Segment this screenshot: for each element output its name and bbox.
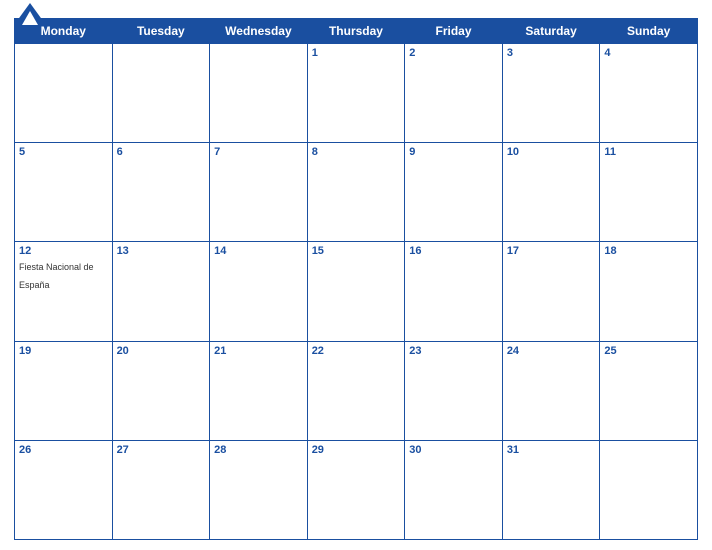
weekday-header-friday: Friday	[405, 19, 503, 44]
calendar-cell: 7	[210, 143, 308, 242]
calendar-week-row: 19 20 21 22 23 24 25	[15, 341, 698, 440]
day-number: 24	[507, 345, 596, 357]
day-number: 29	[312, 444, 401, 456]
calendar-cell: 28	[210, 440, 308, 539]
calendar-cell: 15	[307, 242, 405, 341]
calendar-cell: 2	[405, 44, 503, 143]
calendar-cell: 17	[502, 242, 600, 341]
day-number: 4	[604, 47, 693, 59]
calendar-cell: 31	[502, 440, 600, 539]
weekday-header-wednesday: Wednesday	[210, 19, 308, 44]
calendar-week-row: 56789 10 11	[15, 143, 698, 242]
day-number: 26	[19, 444, 108, 456]
calendar-cell	[600, 440, 698, 539]
day-number: 23	[409, 345, 498, 357]
day-number: 11	[604, 146, 693, 158]
calendar-cell	[210, 44, 308, 143]
day-number: 22	[312, 345, 401, 357]
day-number: 28	[214, 444, 303, 456]
day-number: 13	[117, 245, 206, 257]
calendar-cell: 1	[307, 44, 405, 143]
calendar-cell: 24	[502, 341, 600, 440]
calendar-cell: 21	[210, 341, 308, 440]
day-number: 20	[117, 345, 206, 357]
calendar-cell: 9	[405, 143, 503, 242]
day-number: 5	[19, 146, 108, 158]
day-number: 31	[507, 444, 596, 456]
day-number: 12	[19, 245, 108, 257]
weekday-header-sunday: Sunday	[600, 19, 698, 44]
calendar-cell: 23	[405, 341, 503, 440]
day-number: 14	[214, 245, 303, 257]
calendar-cell: 25	[600, 341, 698, 440]
day-number: 7	[214, 146, 303, 158]
day-number: 16	[409, 245, 498, 257]
calendar-week-row: 26 27 28 29 30 31	[15, 440, 698, 539]
calendar-cell: 4	[600, 44, 698, 143]
calendar-cell: 29	[307, 440, 405, 539]
calendar-cell: 13	[112, 242, 210, 341]
calendar-cell: 14	[210, 242, 308, 341]
day-number: 18	[604, 245, 693, 257]
day-number: 6	[117, 146, 206, 158]
day-number: 1	[312, 47, 401, 59]
weekday-header-tuesday: Tuesday	[112, 19, 210, 44]
day-number: 19	[19, 345, 108, 357]
calendar-cell: 30	[405, 440, 503, 539]
calendar-cell	[112, 44, 210, 143]
logo-icon	[14, 3, 46, 25]
day-number: 9	[409, 146, 498, 158]
day-number: 17	[507, 245, 596, 257]
day-number: 8	[312, 146, 401, 158]
calendar-cell: 10	[502, 143, 600, 242]
calendar-table: MondayTuesdayWednesdayThursdayFridaySatu…	[14, 18, 698, 540]
calendar-cell: 20	[112, 341, 210, 440]
day-number: 10	[507, 146, 596, 158]
calendar-week-row: 12 Fiesta Nacional de España 13 14 15 16 17 18	[15, 242, 698, 341]
calendar-cell: 26	[15, 440, 113, 539]
day-number: 30	[409, 444, 498, 456]
calendar-cell: 8	[307, 143, 405, 242]
calendar-cell: 3	[502, 44, 600, 143]
calendar-cell: 6	[112, 143, 210, 242]
day-number: 2	[409, 47, 498, 59]
day-number: 25	[604, 345, 693, 357]
day-number: 27	[117, 444, 206, 456]
weekday-header-row: MondayTuesdayWednesdayThursdayFridaySatu…	[15, 19, 698, 44]
calendar-cell: 27	[112, 440, 210, 539]
day-number: 15	[312, 245, 401, 257]
calendar-week-row: 1234	[15, 44, 698, 143]
calendar-cell: 12 Fiesta Nacional de España	[15, 242, 113, 341]
day-number: 3	[507, 47, 596, 59]
calendar-cell	[15, 44, 113, 143]
holiday-label: Fiesta Nacional de España	[19, 262, 94, 290]
calendar-cell: 5	[15, 143, 113, 242]
logo	[14, 3, 49, 25]
calendar-cell: 22	[307, 341, 405, 440]
calendar-cell: 19	[15, 341, 113, 440]
calendar-cell: 18	[600, 242, 698, 341]
calendar-cell: 16	[405, 242, 503, 341]
calendar-cell: 11	[600, 143, 698, 242]
weekday-header-saturday: Saturday	[502, 19, 600, 44]
weekday-header-thursday: Thursday	[307, 19, 405, 44]
day-number: 21	[214, 345, 303, 357]
